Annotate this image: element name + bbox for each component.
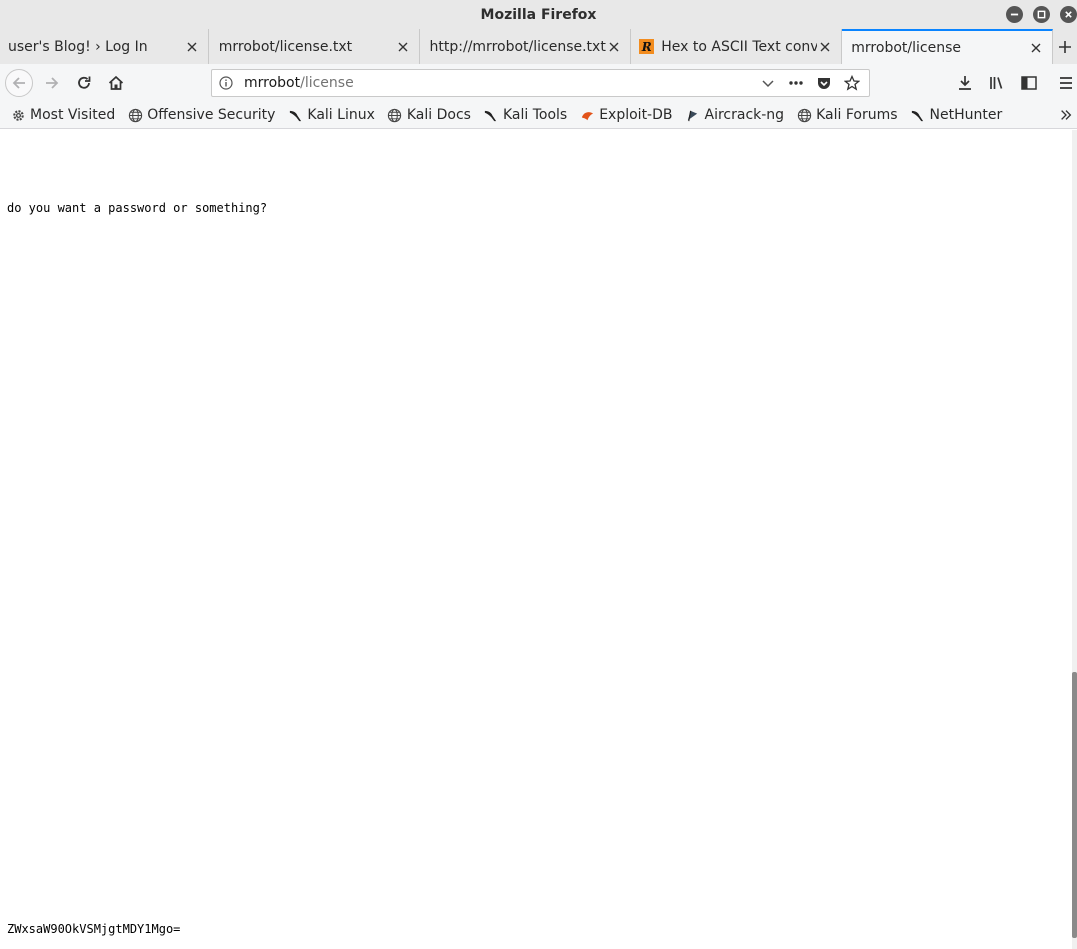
forward-button[interactable] xyxy=(39,70,65,96)
maximize-icon[interactable] xyxy=(1033,6,1050,23)
navigation-toolbar: mrrobot/license xyxy=(0,64,1077,102)
home-icon xyxy=(108,75,124,90)
bookmark-aircrack-ng[interactable]: Aircrack-ng xyxy=(685,107,785,123)
tab-label: mrrobot/license.txt xyxy=(218,38,353,55)
globe-icon xyxy=(796,107,812,123)
library-icon xyxy=(990,77,1003,89)
bookmark-label: Kali Linux xyxy=(307,107,375,123)
page-text-line-encoded: ZWxsaW90OkVSMjgtMDY1Mgo= xyxy=(7,922,181,936)
close-tab-icon[interactable] xyxy=(1028,40,1044,56)
url-path: /license xyxy=(300,75,354,91)
tab-license-txt[interactable]: mrrobot/license.txt xyxy=(209,29,420,64)
vertical-scrollbar[interactable] xyxy=(1072,130,1077,949)
url-actions xyxy=(757,72,869,94)
minimize-icon[interactable] xyxy=(1006,6,1023,23)
bookmark-offensive-security[interactable]: Offensive Security xyxy=(127,107,275,123)
close-window-icon[interactable] xyxy=(1060,6,1077,23)
bookmark-label: Kali Tools xyxy=(502,107,568,123)
bookmark-kali-linux[interactable]: Kali Linux xyxy=(287,107,375,123)
kali-dragon-icon xyxy=(287,107,303,123)
tab-label: Hex to ASCII Text conve xyxy=(661,38,818,55)
url-bar[interactable]: mrrobot/license xyxy=(211,69,870,97)
window-controls xyxy=(1006,6,1077,23)
close-tab-icon[interactable] xyxy=(395,39,411,55)
reload-icon xyxy=(78,76,91,89)
reload-button[interactable] xyxy=(71,70,97,96)
page-text-line-question: do you want a password or something? xyxy=(7,201,268,215)
hamburger-menu-icon xyxy=(1060,77,1072,89)
bookmark-star-icon[interactable] xyxy=(841,72,863,94)
chevron-double-right-icon[interactable] xyxy=(1057,106,1075,124)
bookmark-kali-docs[interactable]: Kali Docs xyxy=(387,107,471,123)
menu-button[interactable] xyxy=(1056,70,1076,96)
tab-license-active[interactable]: mrrobot/license xyxy=(842,29,1054,64)
globe-icon xyxy=(127,107,143,123)
downloads-button[interactable] xyxy=(952,70,978,96)
scrollbar-thumb[interactable] xyxy=(1072,672,1077,938)
tab-label: user's Blog! › Log In xyxy=(8,38,148,55)
tab-blog-login[interactable]: user's Blog! › Log In xyxy=(0,29,209,64)
site-info-icon[interactable] xyxy=(212,76,240,90)
bookmark-kali-forums[interactable]: Kali Forums xyxy=(796,107,898,123)
tab-label: http://mrrobot/license.txt xyxy=(429,38,606,55)
download-icon xyxy=(959,76,971,90)
arrow-right-icon xyxy=(46,77,59,89)
tab-strip: user's Blog! › Log In mrrobot/license.tx… xyxy=(0,29,1077,64)
bookmark-exploit-db[interactable]: Exploit-DB xyxy=(579,107,673,123)
tab-label: mrrobot/license xyxy=(851,39,961,56)
bookmark-label: Exploit-DB xyxy=(599,107,673,123)
arrow-left-icon xyxy=(12,77,25,89)
rapidtables-favicon-icon: R xyxy=(639,39,655,54)
pocket-icon[interactable] xyxy=(813,72,835,94)
bookmarks-toolbar: Most Visited Offensive Security Kali Lin… xyxy=(0,102,1077,129)
bookmark-nethunter[interactable]: NetHunter xyxy=(910,107,1003,123)
back-button[interactable] xyxy=(5,69,33,97)
close-tab-icon[interactable] xyxy=(817,39,833,55)
bookmark-label: Most Visited xyxy=(30,107,116,123)
bookmark-kali-tools[interactable]: Kali Tools xyxy=(483,107,567,123)
page-content: do you want a password or something? ZWx… xyxy=(0,130,1072,949)
chevron-down-icon[interactable] xyxy=(757,72,779,94)
url-host: mrrobot xyxy=(244,75,301,91)
url-text[interactable]: mrrobot/license xyxy=(240,75,757,91)
window-titlebar: Mozilla Firefox xyxy=(0,0,1077,29)
sidebar-icon xyxy=(1021,76,1037,90)
exploit-db-icon xyxy=(579,107,595,123)
new-tab-button[interactable] xyxy=(1053,29,1077,64)
home-button[interactable] xyxy=(103,70,129,96)
library-button[interactable] xyxy=(984,70,1010,96)
bookmark-label: Kali Forums xyxy=(816,107,898,123)
tab-hex-to-ascii[interactable]: R Hex to ASCII Text conve xyxy=(631,29,843,64)
sidebar-button[interactable] xyxy=(1016,70,1042,96)
aircrack-icon xyxy=(685,107,701,123)
bookmark-label: Kali Docs xyxy=(406,107,471,123)
kali-dragon-icon xyxy=(483,107,499,123)
globe-icon xyxy=(387,107,403,123)
bookmark-most-visited[interactable]: Most Visited xyxy=(10,107,115,123)
kali-dragon-icon xyxy=(910,107,926,123)
close-tab-icon[interactable] xyxy=(184,39,200,55)
close-tab-icon[interactable] xyxy=(606,39,622,55)
tab-http-license-txt[interactable]: http://mrrobot/license.txt xyxy=(420,29,632,64)
bookmark-label: NetHunter xyxy=(929,107,1003,123)
bookmark-label: Aircrack-ng xyxy=(704,107,785,123)
window-title: Mozilla Firefox xyxy=(480,6,597,23)
bookmark-label: Offensive Security xyxy=(147,107,276,123)
plus-icon xyxy=(1059,40,1072,53)
gear-icon xyxy=(10,107,26,123)
page-actions-icon[interactable] xyxy=(785,72,807,94)
